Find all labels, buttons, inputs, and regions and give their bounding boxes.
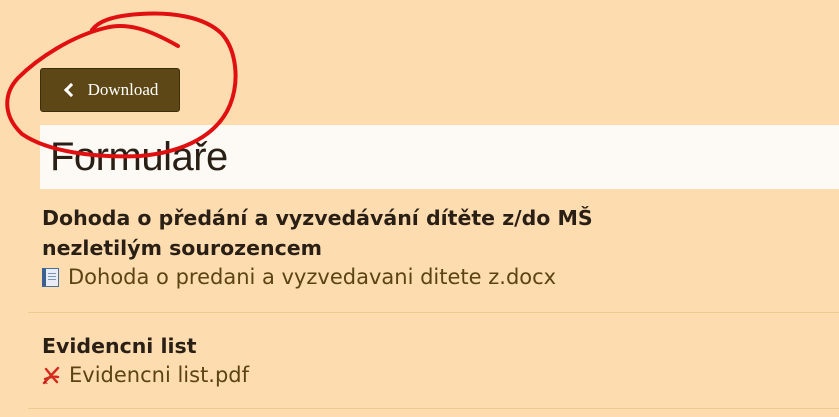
- item-title: Evidencni list: [42, 334, 197, 358]
- file-link[interactable]: Dohoda o predani a vyzvedavani ditete z.…: [68, 265, 556, 289]
- chevron-left-icon: [63, 82, 78, 98]
- list-item: Dohoda o předání a vyzvedávání dítěte z/…: [42, 203, 662, 289]
- list-item: Evidencni list Evidencni list.pdf: [42, 331, 662, 387]
- page-title: Formulaře: [50, 135, 228, 179]
- file-row: Dohoda o predani a vyzvedavani ditete z.…: [42, 265, 662, 289]
- back-button-label: Download: [87, 80, 159, 99]
- word-document-icon: [42, 267, 59, 287]
- page-title-bar: Formulaře: [40, 125, 839, 189]
- file-link[interactable]: Evidencni list.pdf: [69, 363, 249, 387]
- file-row: Evidencni list.pdf: [42, 363, 662, 387]
- divider: [28, 408, 839, 409]
- item-title: Dohoda o předání a vyzvedávání dítěte z/…: [42, 206, 593, 260]
- back-download-button[interactable]: Download: [40, 68, 180, 112]
- pdf-file-icon: [42, 366, 60, 385]
- divider: [28, 312, 839, 313]
